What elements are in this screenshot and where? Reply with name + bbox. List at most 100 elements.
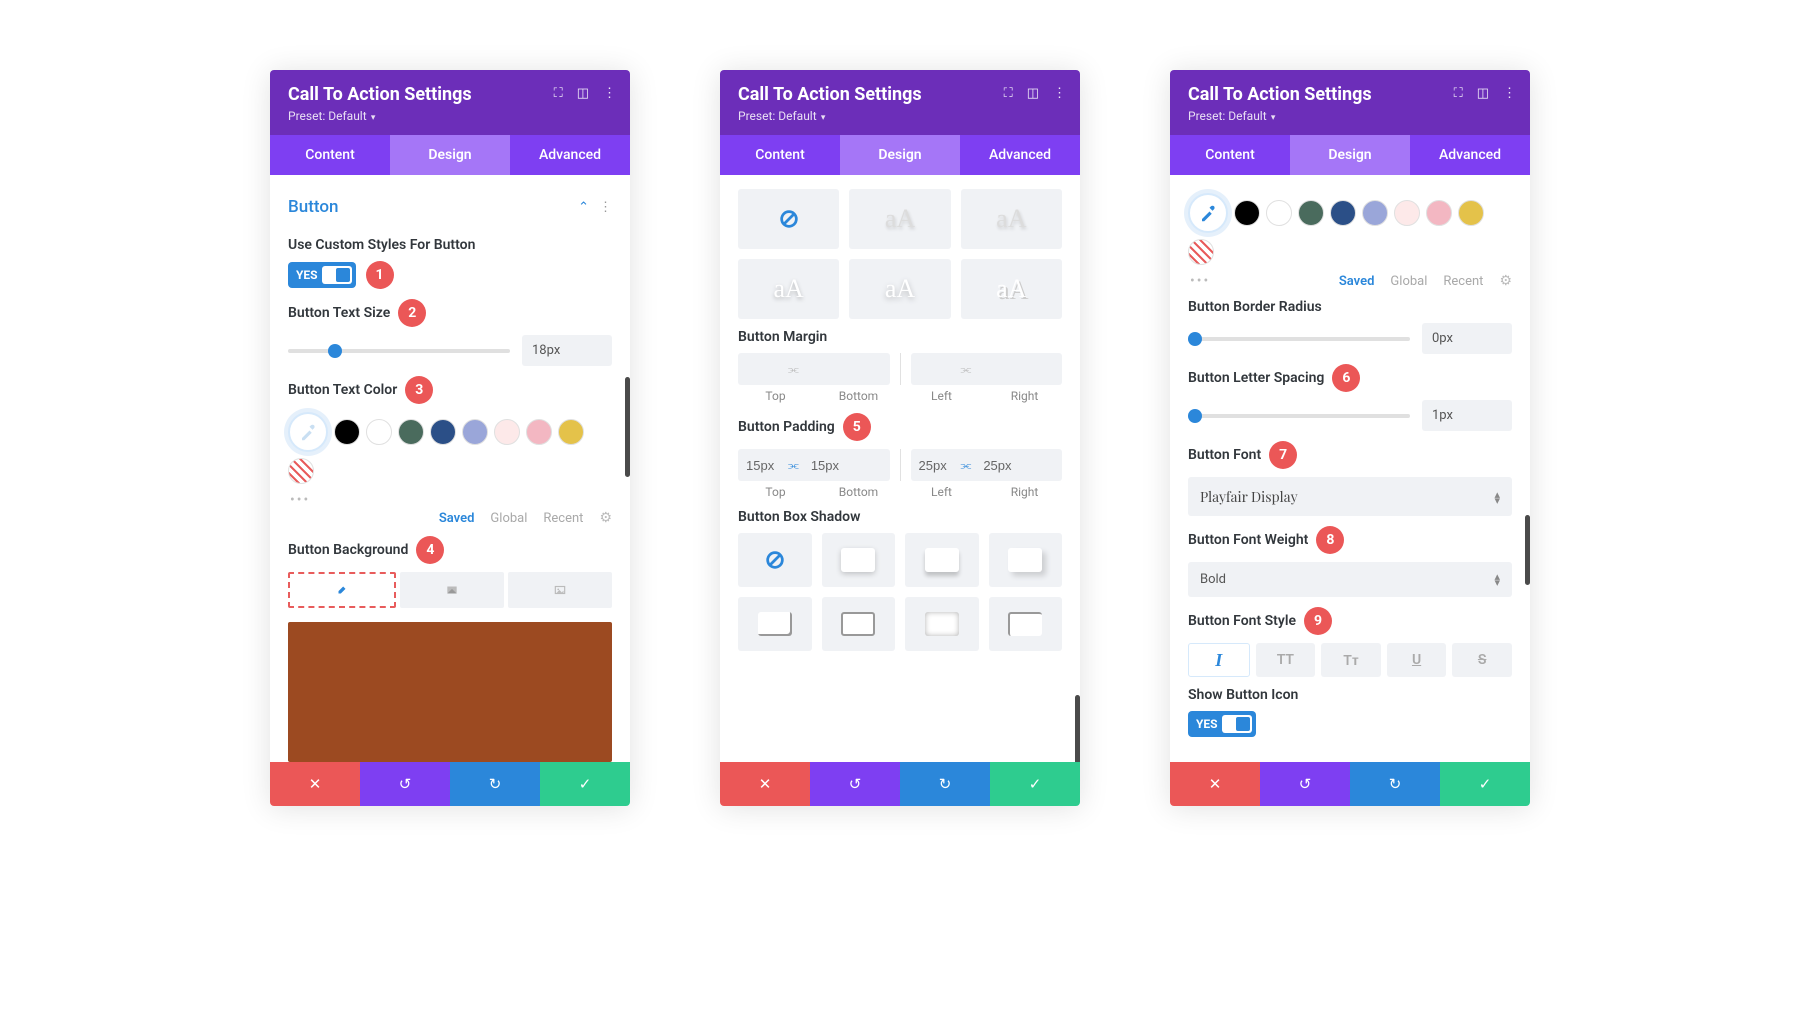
bg-mode-image[interactable] bbox=[508, 572, 612, 608]
swatch-green[interactable] bbox=[398, 419, 424, 445]
style-underline[interactable]: U bbox=[1387, 643, 1447, 677]
shadow-none[interactable] bbox=[738, 189, 839, 249]
more-swatches-icon[interactable]: ••• bbox=[1190, 273, 1210, 289]
style-italic[interactable]: I bbox=[1188, 643, 1250, 677]
link-icon[interactable]: ⫘ bbox=[784, 362, 803, 377]
select-font-weight[interactable]: Bold ▴▾ bbox=[1188, 562, 1512, 597]
palette-settings-icon[interactable]: ⚙ bbox=[599, 510, 612, 526]
background-preview[interactable] bbox=[288, 622, 612, 762]
padding-left[interactable] bbox=[911, 458, 957, 473]
palette-settings-icon[interactable]: ⚙ bbox=[1499, 273, 1512, 289]
style-strikethrough[interactable]: S bbox=[1452, 643, 1512, 677]
redo-button[interactable]: ↻ bbox=[1350, 762, 1440, 806]
section-button[interactable]: Button ⌃ ⋮ bbox=[288, 189, 612, 227]
preset-selector[interactable]: Preset: Default ▾ bbox=[1188, 109, 1512, 123]
tab-design[interactable]: Design bbox=[390, 135, 510, 175]
swatch-white[interactable] bbox=[366, 419, 392, 445]
save-button[interactable]: ✓ bbox=[1440, 762, 1530, 806]
expand-icon[interactable]: ⛶ bbox=[1004, 86, 1013, 101]
columns-icon[interactable]: ◫ bbox=[577, 86, 589, 101]
save-button[interactable]: ✓ bbox=[540, 762, 630, 806]
swatch-pink[interactable] bbox=[526, 419, 552, 445]
box-shadow-2[interactable] bbox=[905, 533, 979, 587]
swatch-pink[interactable] bbox=[1426, 200, 1452, 226]
preset-selector[interactable]: Preset: Default ▾ bbox=[738, 109, 1062, 123]
scrollbar[interactable] bbox=[625, 377, 630, 477]
swatch-black[interactable] bbox=[1234, 200, 1260, 226]
tab-content[interactable]: Content bbox=[720, 135, 840, 175]
menu-icon[interactable]: ⋮ bbox=[1053, 86, 1066, 101]
box-shadow-7[interactable] bbox=[989, 597, 1063, 651]
swatch-transparent[interactable] bbox=[1188, 239, 1214, 265]
padding-top[interactable] bbox=[738, 458, 784, 473]
close-button[interactable]: ✕ bbox=[720, 762, 810, 806]
close-button[interactable]: ✕ bbox=[1170, 762, 1260, 806]
bg-mode-gradient[interactable] bbox=[400, 572, 504, 608]
palette-recent[interactable]: Recent bbox=[1443, 274, 1483, 289]
swatch-navy[interactable] bbox=[1330, 200, 1356, 226]
box-shadow-4[interactable] bbox=[738, 597, 812, 651]
tab-content[interactable]: Content bbox=[270, 135, 390, 175]
swatch-blush[interactable] bbox=[494, 419, 520, 445]
scrollbar[interactable] bbox=[1525, 515, 1530, 585]
collapse-icon[interactable]: ⌃ bbox=[578, 200, 589, 215]
swatch-black[interactable] bbox=[334, 419, 360, 445]
input-text-size[interactable]: 18px bbox=[522, 335, 612, 366]
shadow-preset-1[interactable]: aA bbox=[849, 189, 950, 249]
tab-advanced[interactable]: Advanced bbox=[1410, 135, 1530, 175]
columns-icon[interactable]: ◫ bbox=[1027, 86, 1039, 101]
margin-left[interactable] bbox=[911, 362, 957, 377]
undo-button[interactable]: ↺ bbox=[1260, 762, 1350, 806]
input-letter-spacing[interactable]: 1px bbox=[1422, 400, 1512, 431]
palette-global[interactable]: Global bbox=[490, 511, 527, 526]
style-capitalize[interactable]: Tᴛ bbox=[1321, 643, 1381, 677]
palette-saved[interactable]: Saved bbox=[1339, 274, 1375, 289]
swatch-gold[interactable] bbox=[558, 419, 584, 445]
slider-text-size[interactable] bbox=[288, 349, 510, 353]
swatch-lilac[interactable] bbox=[462, 419, 488, 445]
swatch-white[interactable] bbox=[1266, 200, 1292, 226]
swatch-gold[interactable] bbox=[1458, 200, 1484, 226]
palette-global[interactable]: Global bbox=[1390, 274, 1427, 289]
box-shadow-none[interactable] bbox=[738, 533, 812, 587]
margin-right[interactable] bbox=[975, 362, 1021, 377]
color-picker-button[interactable] bbox=[1188, 193, 1228, 233]
margin-bottom[interactable] bbox=[803, 362, 849, 377]
toggle-custom-styles[interactable]: YES bbox=[288, 262, 356, 288]
undo-button[interactable]: ↺ bbox=[360, 762, 450, 806]
section-menu-icon[interactable]: ⋮ bbox=[599, 200, 612, 215]
preset-selector[interactable]: Preset: Default ▾ bbox=[288, 109, 612, 123]
swatch-blush[interactable] bbox=[1394, 200, 1420, 226]
redo-button[interactable]: ↻ bbox=[450, 762, 540, 806]
redo-button[interactable]: ↻ bbox=[900, 762, 990, 806]
link-icon[interactable]: ⫘ bbox=[957, 458, 976, 473]
more-swatches-icon[interactable]: ••• bbox=[290, 492, 612, 508]
menu-icon[interactable]: ⋮ bbox=[1503, 86, 1516, 101]
box-shadow-5[interactable] bbox=[822, 597, 896, 651]
palette-recent[interactable]: Recent bbox=[543, 511, 583, 526]
toggle-show-icon[interactable]: YES bbox=[1188, 711, 1256, 737]
link-icon[interactable]: ⫘ bbox=[784, 458, 803, 473]
undo-button[interactable]: ↺ bbox=[810, 762, 900, 806]
bg-mode-color[interactable] bbox=[288, 572, 396, 608]
shadow-preset-4[interactable]: aA bbox=[849, 259, 950, 319]
box-shadow-6[interactable] bbox=[905, 597, 979, 651]
select-font[interactable]: Playfair Display ▴▾ bbox=[1188, 477, 1512, 516]
swatch-lilac[interactable] bbox=[1362, 200, 1388, 226]
swatch-navy[interactable] bbox=[430, 419, 456, 445]
palette-saved[interactable]: Saved bbox=[439, 511, 475, 526]
scrollbar[interactable] bbox=[1075, 695, 1080, 762]
shadow-preset-2[interactable]: aA bbox=[961, 189, 1062, 249]
box-shadow-1[interactable] bbox=[822, 533, 896, 587]
columns-icon[interactable]: ◫ bbox=[1477, 86, 1489, 101]
link-icon[interactable]: ⫘ bbox=[957, 362, 976, 377]
tab-advanced[interactable]: Advanced bbox=[960, 135, 1080, 175]
tab-advanced[interactable]: Advanced bbox=[510, 135, 630, 175]
slider-letter-spacing[interactable] bbox=[1188, 414, 1410, 418]
shadow-preset-5[interactable]: aA bbox=[961, 259, 1062, 319]
tab-design[interactable]: Design bbox=[1290, 135, 1410, 175]
swatch-green[interactable] bbox=[1298, 200, 1324, 226]
shadow-preset-3[interactable]: aA bbox=[738, 259, 839, 319]
save-button[interactable]: ✓ bbox=[990, 762, 1080, 806]
expand-icon[interactable]: ⛶ bbox=[1454, 86, 1463, 101]
